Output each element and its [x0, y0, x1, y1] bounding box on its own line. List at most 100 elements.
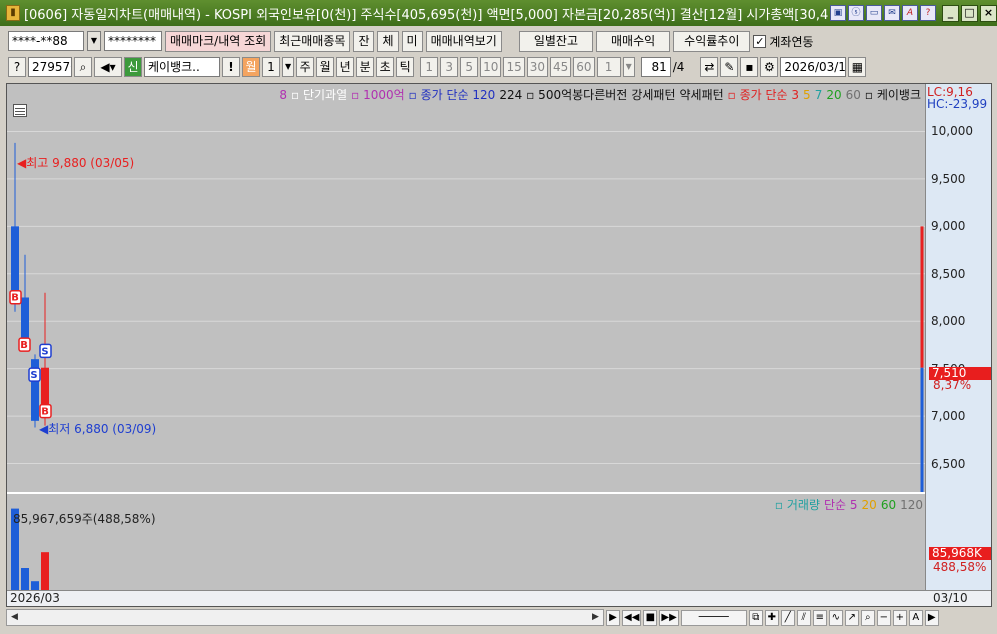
legend-item[interactable]: ▫ 1000억 — [351, 88, 405, 102]
rewind-icon[interactable]: ◀◀ — [622, 609, 642, 626]
trade-profit-button[interactable]: 매매수익 — [596, 30, 671, 52]
period-second-button[interactable]: 초 — [376, 57, 395, 77]
balance-button[interactable]: 잔 — [353, 30, 375, 52]
zoom-out-icon[interactable]: − — [876, 609, 891, 626]
help-icon[interactable]: ? — [8, 57, 26, 77]
swap-icon[interactable]: ⇄ — [700, 57, 719, 77]
copy-icon[interactable]: ⧉ — [748, 609, 763, 626]
help-icon[interactable]: ? — [920, 5, 936, 21]
account-dropdown-arrow[interactable]: ▼ — [87, 31, 101, 51]
legend-item[interactable]: ▫ 종가 단순 3 — [728, 88, 799, 102]
buy-marker-label: B — [11, 293, 19, 304]
volume-legend-item[interactable]: 120 — [900, 498, 923, 512]
legend-item[interactable]: 약세패턴 — [680, 88, 724, 102]
fast-forward-icon[interactable]: ▶▶ — [659, 609, 679, 626]
legend-item[interactable]: 8 — [279, 88, 287, 102]
chart-area[interactable]: 2026/03 03/10 B B S S B 8 ▫ 단기과열 ▫ 1000억 ▫ 종가 단… — [6, 83, 992, 607]
legend-item[interactable]: 7 — [815, 88, 823, 102]
period-minute-button[interactable]: 분 — [356, 57, 375, 77]
scroll-left-icon[interactable]: ◀ — [7, 610, 22, 625]
close-button[interactable]: × — [980, 4, 997, 22]
text-tool-icon[interactable]: A — [908, 609, 923, 626]
trendline-icon[interactable]: ╱ — [780, 609, 795, 626]
wave-icon[interactable]: ∿ — [828, 609, 843, 626]
account-link-checkbox[interactable]: ✓ — [753, 34, 767, 48]
period-tick-button[interactable]: 틱 — [396, 57, 415, 77]
interval-button-1[interactable]: 1 — [420, 57, 439, 77]
period-month-button[interactable]: 월 — [242, 57, 260, 77]
account-input[interactable]: ****-**88 — [8, 31, 84, 51]
search-icon[interactable]: ⌕ — [74, 57, 92, 77]
trade-mark-query-button[interactable]: 매매마크/내역 조회 — [165, 30, 272, 52]
channel-icon[interactable]: ⫽ — [796, 609, 811, 626]
legend-item[interactable]: ▫ 케이뱅크 — [865, 88, 921, 102]
date-input[interactable]: 2026/03/10 — [780, 57, 847, 77]
arrow-tool-icon[interactable]: ↗ — [844, 609, 859, 626]
volume-legend-item[interactable]: 단순 5 — [824, 498, 858, 512]
stock-name-field[interactable]: 케이뱅크.. — [144, 57, 220, 77]
zoom-in-icon[interactable]: + — [892, 609, 907, 626]
interval-button-10[interactable]: 10 — [480, 57, 502, 77]
volume-legend-item[interactable]: 20 — [862, 498, 877, 512]
zoom-icon[interactable]: ⌕ — [860, 609, 875, 626]
crosshair-icon[interactable]: ✚ — [764, 609, 779, 626]
interval-spin-arrow[interactable]: ▼ — [622, 57, 635, 77]
legend-item[interactable]: 강세패턴 — [631, 88, 675, 102]
recent-trades-button[interactable]: 최근매매종목 — [274, 30, 351, 52]
trade-history-button[interactable]: 매매내역보기 — [425, 30, 502, 52]
return-trend-button[interactable]: 수익률추이 — [673, 30, 751, 52]
period-number-field[interactable]: 1 — [262, 57, 280, 77]
period-dropdown-arrow[interactable]: ▼ — [282, 57, 295, 77]
chart-scrollbar[interactable]: ◀ ▶ — [6, 609, 604, 626]
link-icon[interactable]: ⓢ — [848, 5, 864, 21]
pdf-icon[interactable]: A — [902, 5, 918, 21]
calendar-icon[interactable]: ▦ — [848, 57, 867, 77]
alert-button[interactable]: ! — [222, 57, 240, 77]
minimize-button[interactable]: _ — [942, 4, 959, 22]
price-tick-label: 10,000 — [931, 124, 973, 139]
stock-code-input[interactable]: 279570 — [28, 57, 72, 77]
period-week-button[interactable]: 주 — [296, 57, 315, 77]
window-icon[interactable]: ▣ — [830, 5, 846, 21]
fibonacci-icon[interactable]: ≡ — [812, 609, 827, 626]
volume-legend-item[interactable]: 60 — [881, 498, 896, 512]
interval-button-5[interactable]: 5 — [460, 57, 479, 77]
daily-balance-button[interactable]: 일별잔고 — [518, 30, 593, 52]
interval-button-60[interactable]: 60 — [573, 57, 595, 77]
screen-icon[interactable]: ▭ — [866, 5, 882, 21]
scroll-right-icon[interactable]: ▶ — [588, 610, 603, 625]
period-year-button[interactable]: 년 — [336, 57, 355, 77]
mail-icon[interactable]: ✉ — [884, 5, 900, 21]
legend-item[interactable]: 5 — [803, 88, 811, 102]
legend-item[interactable]: 20 — [826, 88, 841, 102]
hc-value: HC:-23,99 — [927, 97, 988, 111]
maximize-button[interactable]: □ — [961, 4, 978, 22]
legend-item[interactable]: ▫ 종가 단순 120 — [409, 88, 496, 102]
interval-button-15[interactable]: 15 — [503, 57, 525, 77]
chart-tool-icon[interactable]: ✎ — [720, 57, 739, 77]
indicator-legend[interactable]: 8 ▫ 단기과열 ▫ 1000억 ▫ 종가 단순 120 224 ▫ 500억봉다른버전 강… — [275, 86, 921, 103]
interval-button-45[interactable]: 45 — [550, 57, 572, 77]
interval-spin-field[interactable]: 1 — [596, 57, 621, 77]
count-input[interactable]: 81 — [640, 57, 671, 77]
volume-legend-item[interactable]: ▫ 거래량 — [775, 498, 820, 512]
legend-item[interactable]: 60 — [846, 88, 861, 102]
settings-icon[interactable]: ⚙ — [760, 57, 779, 77]
data-table-icon[interactable] — [13, 104, 27, 117]
interval-button-3[interactable]: 3 — [440, 57, 459, 77]
volume-legend[interactable]: ▫ 거래량 단순 5 20 60 120 — [771, 496, 923, 513]
save-icon[interactable]: ▪ — [740, 57, 759, 77]
legend-item[interactable]: ▫ 500억봉다른버전 — [526, 88, 627, 102]
password-input[interactable]: ******** — [104, 31, 162, 51]
interval-button-30[interactable]: 30 — [526, 57, 548, 77]
period-monthly-button[interactable]: 월 — [316, 57, 335, 77]
execution-button[interactable]: 체 — [377, 30, 399, 52]
legend-item[interactable]: 224 — [499, 88, 522, 102]
zoom-slider[interactable]: ───── — [680, 609, 747, 626]
stop-icon[interactable]: ■ — [643, 609, 658, 626]
scroll-right-end-icon[interactable]: ▶ — [924, 609, 939, 626]
unfilled-button[interactable]: 미 — [401, 30, 423, 52]
legend-item[interactable]: ▫ 단기과열 — [291, 88, 347, 102]
speaker-icon[interactable]: ◀▾ — [94, 57, 122, 77]
play-icon[interactable]: ▶ — [606, 609, 620, 626]
